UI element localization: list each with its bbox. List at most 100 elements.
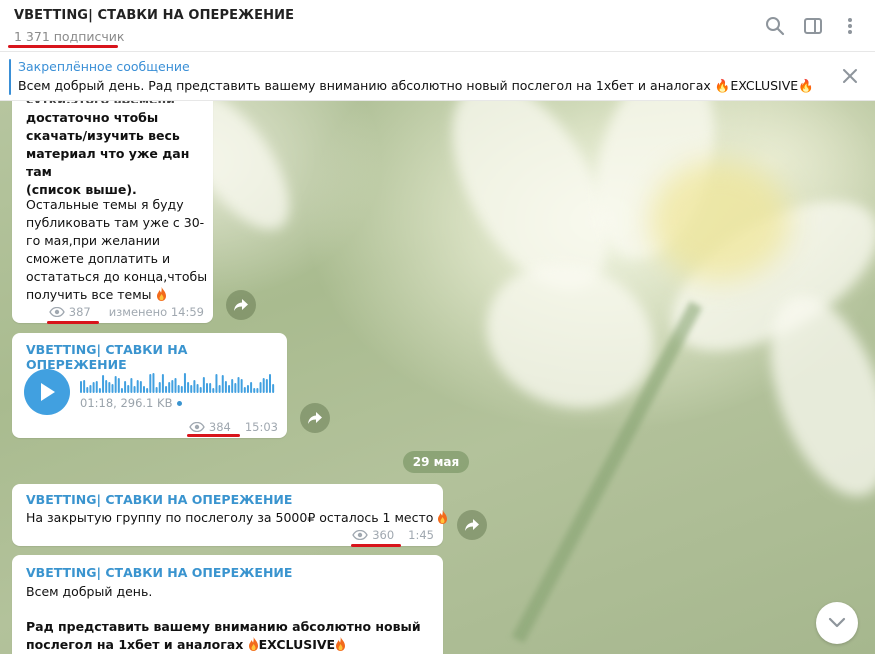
waveform-bar bbox=[80, 381, 82, 393]
waveform-bar bbox=[171, 380, 174, 393]
forward-icon bbox=[308, 412, 322, 424]
waveform-bar bbox=[246, 385, 249, 393]
waveform-bar bbox=[89, 385, 92, 393]
waveform-bar bbox=[177, 385, 180, 393]
view-count: 387 bbox=[68, 305, 91, 319]
waveform-bar bbox=[202, 377, 205, 393]
waveform-bar bbox=[158, 382, 161, 393]
message-line: скачать/изучить весь bbox=[26, 128, 180, 143]
waveform-bar bbox=[199, 387, 202, 393]
message-body: достаточно чтобы скачать/изучить весь ма… bbox=[26, 109, 211, 199]
message-bubble-2[interactable]: VBETTING| СТАВКИ НА ОПЕРЕЖЕНИЕ 01:18, 29… bbox=[12, 333, 287, 438]
waveform-bar bbox=[262, 378, 265, 393]
waveform-bar bbox=[114, 376, 117, 393]
waveform-bar bbox=[237, 377, 240, 393]
waveform-bar bbox=[108, 382, 111, 393]
waveform-bar bbox=[136, 380, 139, 393]
waveform-bar bbox=[161, 374, 164, 393]
message-line: Рад представить вашему вниманию абсолютн… bbox=[26, 619, 421, 634]
waveform-bar bbox=[92, 382, 95, 393]
view-count: 384 bbox=[208, 420, 231, 434]
message-time: 1:45 bbox=[408, 528, 434, 542]
fire-icon bbox=[438, 510, 448, 524]
message-meta: 360 1:45 bbox=[352, 528, 434, 542]
message-line: материал что уже дан там bbox=[26, 146, 190, 179]
close-icon[interactable] bbox=[841, 67, 859, 85]
waveform-bar bbox=[209, 383, 212, 393]
message-line: публиковать там уже с 30- bbox=[26, 215, 205, 230]
eye-icon bbox=[352, 530, 368, 540]
waveform-bar bbox=[256, 388, 259, 393]
message-sender[interactable]: VBETTING| СТАВКИ НА ОПЕРЕЖЕНИЕ bbox=[26, 492, 292, 507]
views-highlight-underline bbox=[351, 544, 401, 547]
waveform-bar bbox=[149, 374, 152, 393]
chat-area[interactable]: сутки,этого времени будет достаточно что… bbox=[0, 101, 875, 654]
scroll-to-bottom-button[interactable] bbox=[816, 602, 858, 644]
search-icon[interactable] bbox=[763, 14, 787, 38]
waveform-bar bbox=[124, 381, 127, 393]
waveform-bar bbox=[228, 385, 231, 393]
forward-icon bbox=[234, 299, 248, 311]
channel-title[interactable]: VBETTING| СТАВКИ НА ОПЕРЕЖЕНИЕ bbox=[14, 8, 294, 23]
waveform-bar bbox=[152, 373, 155, 393]
message-line: получить все темы bbox=[26, 287, 152, 302]
message-sender[interactable]: VBETTING| СТАВКИ НА ОПЕРЕЖЕНИЕ bbox=[26, 565, 292, 580]
waveform-bar bbox=[206, 383, 208, 393]
message-line: достаточно чтобы bbox=[26, 110, 159, 125]
message-bubble-3[interactable]: VBETTING| СТАВКИ НА ОПЕРЕЖЕНИЕ На закрыт… bbox=[12, 484, 448, 546]
waveform-bar bbox=[243, 387, 246, 393]
message-bubble-4[interactable]: VBETTING| СТАВКИ НА ОПЕРЕЖЕНИЕ Всем добр… bbox=[12, 555, 443, 654]
views-highlight-underline bbox=[47, 321, 99, 324]
sidebar-toggle-icon[interactable] bbox=[801, 14, 825, 38]
waveform-bar bbox=[117, 378, 120, 393]
waveform-bar bbox=[146, 388, 149, 393]
more-vertical-icon[interactable] bbox=[838, 14, 862, 38]
voice-waveform[interactable] bbox=[80, 371, 276, 393]
waveform-bar bbox=[143, 386, 145, 393]
waveform-bar bbox=[139, 381, 142, 393]
fire-icon bbox=[156, 287, 166, 301]
waveform-bar bbox=[187, 382, 190, 393]
forward-button[interactable] bbox=[226, 290, 256, 320]
message-text: послегол на 1хбет и аналогах bbox=[26, 637, 244, 652]
message-line: го мая,при желании bbox=[26, 233, 160, 248]
waveform-bar bbox=[224, 381, 227, 393]
message-text: На закрытую группу по послеголу за 5000₽… bbox=[26, 510, 434, 525]
waveform-bar bbox=[133, 386, 136, 393]
waveform-bar bbox=[231, 379, 234, 393]
message-line: сможете доплатить и bbox=[26, 251, 171, 266]
play-button[interactable] bbox=[24, 369, 70, 415]
waveform-bar bbox=[215, 374, 218, 393]
fire-icon bbox=[248, 637, 258, 651]
waveform-bar bbox=[127, 385, 130, 393]
forward-button[interactable] bbox=[457, 510, 487, 540]
voice-duration-size: 01:18, 296.1 KB bbox=[80, 396, 173, 410]
forward-icon bbox=[465, 519, 479, 531]
message-bubble-1[interactable]: сутки,этого времени будет достаточно что… bbox=[12, 101, 213, 323]
eye-icon bbox=[189, 422, 205, 432]
waveform-bar bbox=[272, 384, 275, 393]
waveform-bar bbox=[212, 388, 215, 393]
date-separator: 29 мая bbox=[403, 451, 469, 473]
waveform-bar bbox=[218, 385, 221, 393]
chat-header: VBETTING| СТАВКИ НА ОПЕРЕЖЕНИЕ 1 371 под… bbox=[0, 0, 875, 52]
waveform-bar bbox=[234, 383, 237, 393]
waveform-bar bbox=[183, 373, 186, 393]
waveform-bar bbox=[105, 380, 108, 393]
waveform-bar bbox=[130, 378, 133, 393]
waveform-bar bbox=[86, 387, 89, 393]
message-cutoff-line: сутки,этого времени будет bbox=[26, 101, 213, 103]
waveform-bar bbox=[240, 379, 243, 393]
pinned-message-bar[interactable]: Закреплённое сообщение Всем добрый день.… bbox=[0, 53, 875, 101]
message-line: послегол на 1хбет и аналогах EXCLUSIVE bbox=[26, 636, 346, 654]
waveform-bar bbox=[174, 378, 177, 393]
waveform-bar bbox=[253, 388, 256, 393]
background-image bbox=[650, 161, 790, 281]
message-sender[interactable]: VBETTING| СТАВКИ НА ОПЕРЕЖЕНИЕ bbox=[26, 342, 287, 372]
waveform-bar bbox=[265, 379, 268, 393]
waveform-bar bbox=[196, 384, 199, 393]
waveform-bar bbox=[95, 381, 98, 393]
voice-info: 01:18, 296.1 KB bbox=[80, 396, 183, 410]
message-time: изменено 14:59 bbox=[108, 305, 204, 319]
forward-button[interactable] bbox=[300, 403, 330, 433]
